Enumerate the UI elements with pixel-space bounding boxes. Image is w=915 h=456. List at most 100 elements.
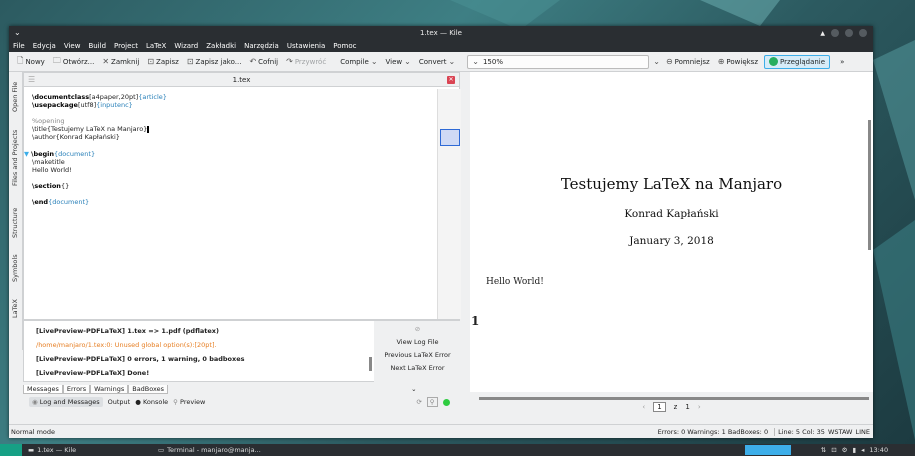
- konsole-icon: ●: [135, 398, 141, 406]
- minimize-button[interactable]: [831, 29, 839, 37]
- sidetab-files-and-projects[interactable]: Files and Projects: [11, 130, 19, 186]
- expand-icon[interactable]: ⌄: [408, 385, 419, 393]
- sidetab-structure[interactable]: Structure: [11, 208, 19, 238]
- code-line: \title{Testujemy LaTeX na Manjaro}: [32, 125, 150, 134]
- zoom-in-button[interactable]: ⊕ Powiększ: [716, 57, 760, 66]
- message-line[interactable]: [LivePreview-PDFLaTeX] 0 errors, 1 warni…: [36, 355, 245, 363]
- convert-button[interactable]: Convert ⌄: [417, 57, 457, 66]
- tab-errors[interactable]: Errors: [62, 384, 91, 394]
- sidetab-open-file[interactable]: Open File: [11, 82, 19, 112]
- close-icon: ✕: [102, 57, 110, 66]
- tab-preview[interactable]: ⚲ Preview: [173, 398, 205, 406]
- menu-tools[interactable]: Narzędzia: [244, 42, 279, 50]
- menu-edit[interactable]: Edycja: [33, 42, 56, 50]
- browse-button[interactable]: Przeglądanie: [764, 54, 831, 69]
- menu-view[interactable]: View: [64, 42, 81, 50]
- tab-output[interactable]: Output: [108, 398, 131, 406]
- app-launcher-icon[interactable]: [0, 444, 22, 456]
- main-toolbar: 🗋 Nowy 🗀 Otwórz... ✕ Zamknij ⊡ Zapisz ⊡ Zapis…: [9, 52, 873, 72]
- volume-icon[interactable]: ◂: [861, 446, 864, 454]
- save-icon: ⊡: [147, 57, 155, 66]
- message-line[interactable]: /home/manjaro/1.tex:0: Unused global opt…: [36, 341, 217, 349]
- compile-button[interactable]: Compile ⌄: [338, 57, 379, 66]
- redo-button[interactable]: ↷ Przywróć: [284, 57, 328, 66]
- sidetab-latex[interactable]: LaTeX: [11, 299, 19, 318]
- undo-button[interactable]: ↶ Cofnij: [247, 57, 280, 66]
- pdf-scrollbar[interactable]: [868, 120, 871, 250]
- refresh-icon[interactable]: ⟳: [416, 398, 421, 406]
- document-list-icon[interactable]: ☰: [28, 75, 35, 84]
- clock[interactable]: 13:40: [869, 446, 888, 454]
- task-kile[interactable]: ▬ 1.tex — Kile: [28, 446, 138, 454]
- save-as-button[interactable]: ⊡ Zapisz jako...: [185, 57, 244, 66]
- new-button[interactable]: 🗋 Nowy: [15, 55, 47, 69]
- code-line: \section{}: [32, 182, 70, 191]
- menu-build[interactable]: Build: [88, 42, 106, 50]
- menu-project[interactable]: Project: [114, 42, 138, 50]
- minimap-viewport[interactable]: [440, 129, 460, 146]
- zoom-in-icon: ⊕: [717, 57, 725, 66]
- code-line: \maketitle: [32, 157, 65, 166]
- message-line[interactable]: [LivePreview-PDFLaTeX] Done!: [36, 369, 149, 377]
- preview-icon: ⚲: [173, 398, 178, 406]
- open-button[interactable]: 🗀 Otwórz...: [51, 55, 97, 69]
- editor-tab-bar: ☰ 1.tex ✕: [24, 73, 459, 87]
- browse-icon: [769, 57, 778, 66]
- chevron-down-icon[interactable]: ⌄: [653, 57, 660, 66]
- close-tab-icon[interactable]: ✕: [447, 76, 455, 84]
- code-line: \usepackage[utf8]{inputenc}: [32, 101, 133, 110]
- maximize-button[interactable]: [845, 29, 853, 37]
- message-line[interactable]: [LivePreview-PDFLaTeX] 1.tex => 1.pdf (p…: [36, 327, 219, 335]
- search-icon[interactable]: ⚲: [426, 397, 438, 407]
- tab-konsole[interactable]: ● Konsole: [135, 398, 168, 406]
- menu-file[interactable]: File: [13, 42, 25, 50]
- close-button[interactable]: ✕ Zamknij: [100, 57, 141, 66]
- battery-icon[interactable]: ▮: [853, 446, 857, 454]
- code-area[interactable]: \documentclass[a4paper,20pt]{article} \u…: [24, 93, 167, 206]
- new-file-icon: 🗋: [17, 55, 24, 65]
- fold-icon[interactable]: ▼: [24, 150, 29, 158]
- zoom-out-button[interactable]: ⊖ Pomniejsz: [664, 57, 712, 66]
- save-button[interactable]: ⊡ Zapisz: [145, 57, 181, 66]
- tab-messages[interactable]: Messages: [23, 384, 63, 394]
- editor-pane: ☰ 1.tex ✕ \documentclass[a4paper,20pt]{a…: [23, 72, 461, 320]
- menu-bookmarks[interactable]: Zakładki: [206, 42, 236, 50]
- toolbar-overflow-button[interactable]: »: [838, 58, 846, 66]
- task-terminal[interactable]: ▭ Terminal - manjaro@manja...: [158, 446, 261, 454]
- tab-warnings[interactable]: Warnings: [90, 384, 129, 394]
- pdf-preview[interactable]: Testujemy LaTeX na Manjaro Konrad Kapłań…: [470, 72, 873, 392]
- keep-above-icon[interactable]: ▲: [820, 30, 825, 37]
- undo-icon: ↶: [249, 57, 257, 66]
- previous-latex-error-button[interactable]: Previous LaTeX Error: [374, 351, 461, 359]
- redo-icon: ↷: [286, 57, 293, 66]
- title-bar: ⌄ 1.tex — Kile ▲: [9, 26, 873, 40]
- zoom-select[interactable]: ⌄ 150%: [467, 54, 650, 69]
- prev-page-icon[interactable]: ‹: [642, 403, 645, 411]
- next-page-icon[interactable]: ›: [698, 403, 701, 411]
- log-icon: ◉: [32, 398, 38, 406]
- tab-log-and-messages[interactable]: ◉ Log and Messages: [29, 397, 103, 407]
- settings-icon[interactable]: ⚙: [842, 446, 848, 454]
- menu-help[interactable]: Pomoc: [333, 42, 356, 50]
- window-icon: ▬: [28, 446, 35, 454]
- messages-scrollbar[interactable]: [369, 357, 372, 371]
- page-number-input[interactable]: 1: [653, 402, 666, 412]
- view-button[interactable]: View ⌄: [384, 57, 413, 66]
- close-window-button[interactable]: [859, 29, 867, 37]
- next-latex-error-button[interactable]: Next LaTeX Error: [374, 364, 461, 372]
- view-log-file-button[interactable]: View Log File: [374, 338, 461, 346]
- network-icon[interactable]: ⇅: [821, 446, 826, 454]
- editor-tab-1tex[interactable]: 1.tex: [233, 76, 251, 84]
- sidetab-symbols[interactable]: Symbols: [11, 254, 19, 282]
- menu-wizard[interactable]: Wizard: [174, 42, 198, 50]
- code-line: %opening: [32, 117, 65, 126]
- menu-settings[interactable]: Ustawienia: [287, 42, 325, 50]
- menu-latex[interactable]: LaTeX: [146, 42, 166, 50]
- clipboard-icon[interactable]: ⊡: [831, 446, 836, 454]
- window-menu-icon[interactable]: ⌄: [14, 28, 21, 37]
- tab-badboxes[interactable]: BadBoxes: [128, 384, 169, 394]
- desktop-pager[interactable]: [744, 445, 791, 455]
- clear-icon[interactable]: ⊘: [374, 325, 461, 333]
- minimap-scrollbar[interactable]: [437, 89, 461, 319]
